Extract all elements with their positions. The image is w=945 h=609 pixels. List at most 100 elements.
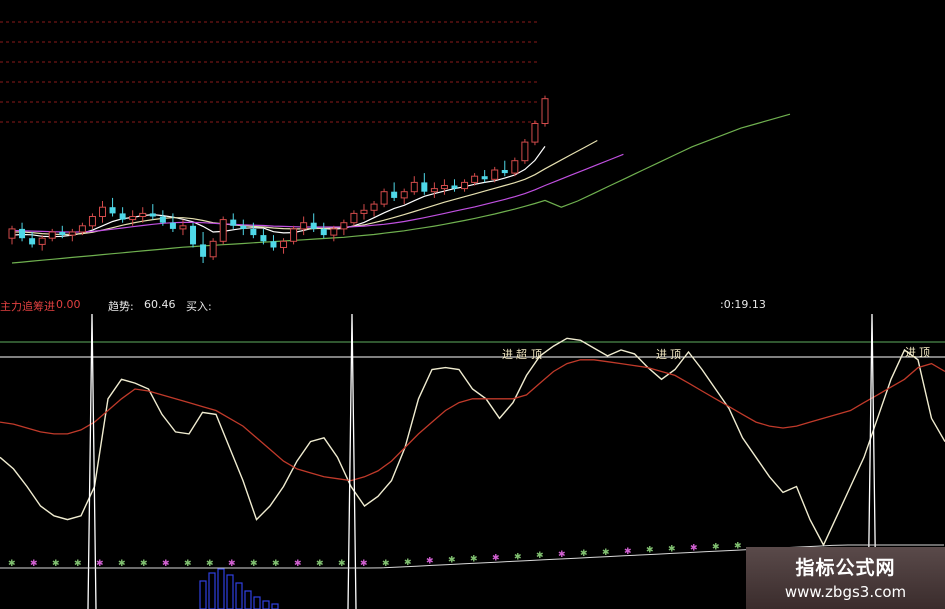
- candle-body-0: [8, 228, 16, 239]
- candle-body-26: [270, 241, 277, 248]
- candle-body-30: [310, 222, 317, 229]
- candle-body-31: [320, 228, 327, 236]
- trend-value: 60.46: [144, 298, 176, 311]
- candle-body-33: [340, 222, 348, 230]
- signal-label-5: 进: [905, 346, 916, 359]
- signal-marker-4: ✱: [96, 559, 104, 569]
- candle-body-16: [169, 222, 176, 229]
- signal-marker-1: ✱: [30, 559, 38, 569]
- signal-marker-25: ✱: [558, 550, 566, 560]
- oscillator-line-1: [0, 359, 945, 482]
- signal-marker-24: ✱: [536, 551, 544, 561]
- indicator-name-label: 主力追筹进: [0, 300, 55, 313]
- signal-label-4: 顶: [670, 348, 681, 361]
- signal-marker-23: ✱: [514, 552, 522, 562]
- candle-body-36: [370, 203, 378, 211]
- volume-bar-4: [235, 582, 243, 609]
- volume-bar-2: [217, 568, 225, 609]
- signal-marker-30: ✱: [668, 545, 676, 555]
- signal-marker-3: ✱: [74, 559, 82, 569]
- signal-marker-19: ✱: [426, 557, 434, 567]
- signal-marker-27: ✱: [602, 548, 610, 558]
- signal-marker-11: ✱: [250, 559, 258, 569]
- candle-body-24: [250, 228, 257, 236]
- candle-body-46: [471, 175, 479, 183]
- watermark-url: www.zbgs3.com: [784, 583, 907, 601]
- signal-marker-21: ✱: [470, 555, 478, 565]
- candle-body-32: [330, 228, 338, 236]
- candle-body-34: [350, 212, 358, 224]
- candle-body-40: [410, 181, 418, 193]
- signal-marker-33: ✱: [734, 541, 742, 551]
- watermark-title: 指标公式网: [795, 557, 896, 579]
- moving-average-line-3: [11, 113, 791, 264]
- candle-body-25: [260, 235, 267, 242]
- candle-body-7: [78, 225, 86, 233]
- signal-marker-15: ✱: [338, 559, 346, 569]
- signal-marker-20: ✱: [448, 556, 456, 566]
- signal-spike-0: [87, 313, 97, 609]
- time-value: :0:19.13: [720, 298, 766, 311]
- signal-spike-1: [347, 313, 357, 609]
- candle-body-41: [421, 182, 428, 192]
- candle-body-49: [501, 170, 508, 174]
- moving-average-line-2: [11, 153, 624, 233]
- candle-body-19: [200, 244, 207, 257]
- candle-body-13: [139, 212, 147, 217]
- candle-body-28: [290, 228, 298, 242]
- candle-body-53: [541, 98, 549, 124]
- signal-marker-6: ✱: [140, 559, 148, 569]
- candle-body-3: [38, 237, 46, 245]
- candle-body-45: [461, 181, 469, 190]
- volume-bar-5: [244, 590, 252, 609]
- volume-bar-6: [253, 596, 261, 609]
- signal-marker-2: ✱: [52, 559, 60, 569]
- candle-body-29: [300, 222, 308, 230]
- volume-bars: [199, 568, 279, 609]
- signal-marker-5: ✱: [118, 559, 126, 569]
- candle-body-39: [400, 191, 408, 199]
- candle-body-47: [481, 176, 488, 180]
- candle-body-6: [68, 231, 76, 236]
- candle-body-1: [19, 228, 26, 239]
- candle-body-48: [491, 169, 499, 180]
- candle-body-38: [391, 191, 398, 198]
- candle-body-50: [511, 160, 519, 174]
- signal-marker-16: ✱: [360, 559, 368, 569]
- moving-average-line-1: [12, 139, 598, 236]
- candle-body-14: [149, 213, 156, 217]
- signal-marker-31: ✱: [690, 544, 698, 554]
- signal-label-0: 进: [502, 348, 513, 361]
- signal-marker-9: ✱: [206, 559, 214, 569]
- candle-body-22: [230, 219, 237, 226]
- dashed-grid: [0, 21, 540, 123]
- volume-bar-1: [208, 572, 216, 609]
- signal-labels: 进超顶进顶进顶: [502, 346, 930, 361]
- signal-marker-13: ✱: [294, 559, 302, 569]
- signal-marker-18: ✱: [404, 558, 412, 568]
- signal-marker-0: ✱: [8, 559, 16, 569]
- indicator-name-value: 0.00: [56, 298, 81, 311]
- signal-marker-14: ✱: [316, 559, 324, 569]
- candle-body-35: [360, 209, 368, 214]
- candle-body-18: [190, 225, 197, 245]
- signal-marker-12: ✱: [272, 559, 280, 569]
- signal-marker-26: ✱: [580, 549, 588, 559]
- signal-label-3: 进: [656, 348, 667, 361]
- signal-marker-32: ✱: [712, 542, 720, 552]
- signal-marker-7: ✱: [162, 559, 170, 569]
- buy-label: 买入:: [186, 300, 212, 313]
- candle-body-20: [209, 240, 217, 258]
- oscillator-line-0: [0, 337, 945, 547]
- signal-marker-10: ✱: [228, 559, 236, 569]
- stock-chart: ✱ ✱ ✱ ✱ ✱ ✱ ✱ ✱ ✱ ✱ ✱ ✱ ✱ ✱ ✱ ✱ ✱ ✱ ✱ ✱ ✱ ✱ ✱ ✱ ✱ ✱ ✱ ✱ ✱ ✱ ✱ ✱ ✱ ✱ 进超顶进顶…: [0, 21, 945, 609]
- candle-body-23: [240, 225, 247, 229]
- candle-body-17: [179, 225, 187, 230]
- moving-average-lines: [11, 113, 791, 264]
- candle-body-43: [440, 185, 448, 190]
- candle-body-44: [451, 185, 458, 189]
- candle-body-4: [48, 231, 56, 239]
- candle-body-10: [109, 207, 116, 214]
- candlestick-series: [8, 95, 549, 263]
- signal-marker-29: ✱: [646, 546, 654, 556]
